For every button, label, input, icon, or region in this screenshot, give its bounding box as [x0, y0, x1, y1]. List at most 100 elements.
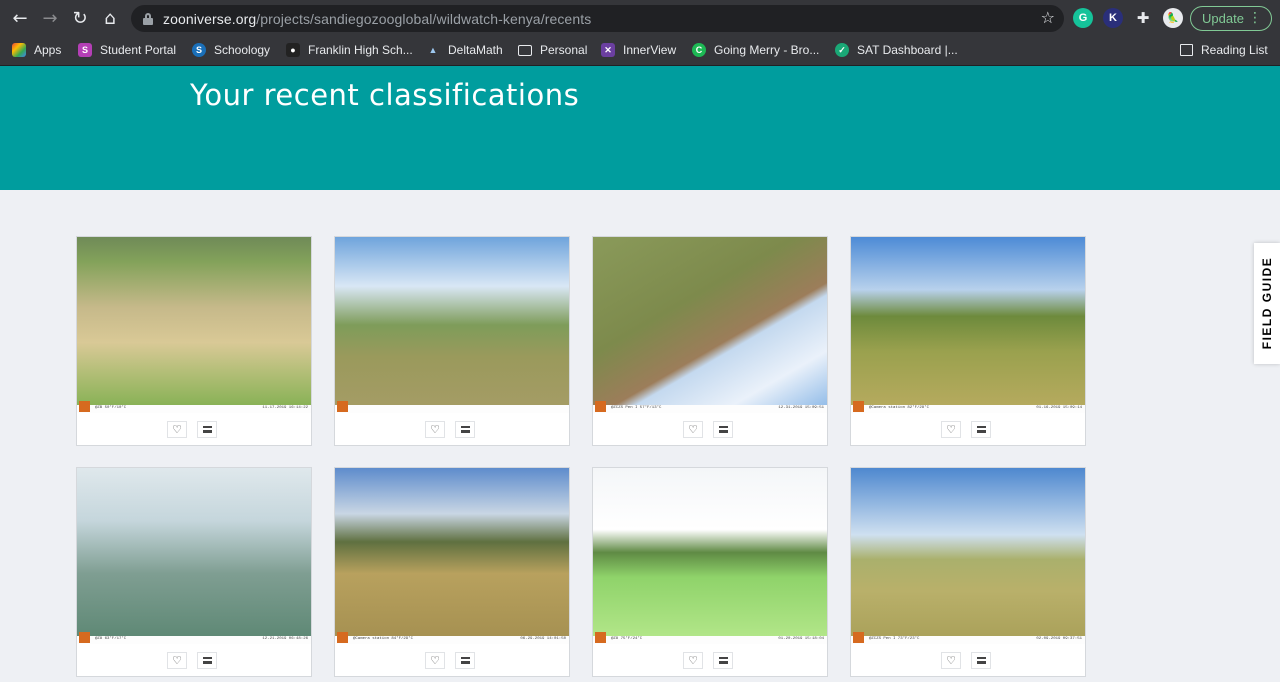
classification-image[interactable]: @Camera station 84°F/29°C 06-29-2019 14:0… — [335, 468, 569, 644]
bookmark-personal-folder[interactable]: Personal — [518, 43, 587, 57]
classification-image[interactable]: @Camera station 82°F/28°C 01-16-2019 15:0… — [851, 237, 1085, 413]
classification-image[interactable]: @Z8 63°F/17°C 12-21-2019 06:48:26 — [77, 468, 311, 644]
home-icon[interactable]: ⌂ — [95, 4, 125, 34]
folder-icon — [518, 44, 532, 56]
camera-info-strip: @ZCZS Pen I 73°F/23°C 02-09-2019 09:37:51 — [851, 632, 1085, 644]
card-actions: ♡ — [593, 644, 827, 676]
card-actions: ♡ — [77, 413, 311, 445]
camera-stamp-text: @ZCZS Pen I 57°F/13°C — [611, 406, 662, 410]
classification-card[interactable]: @Camera station 82°F/28°C 01-16-2019 15:0… — [850, 236, 1086, 446]
field-guide-tab[interactable]: FIELD GUIDE — [1254, 243, 1280, 364]
bookmark-star-icon[interactable]: ☆ — [1041, 8, 1055, 27]
classification-image[interactable]: @Z8 75°F/24°C 01-20-2019 15:18:04 — [593, 468, 827, 644]
classification-image[interactable]: @ZB 50°F/10°C 11-17-2019 16:14:22 — [77, 237, 311, 413]
bookmark-student-portal[interactable]: S Student Portal — [78, 43, 176, 57]
favorite-heart-icon[interactable]: ♡ — [941, 421, 961, 438]
camera-info-strip: @Z8 63°F/17°C 12-21-2019 06:48:26 — [77, 632, 311, 644]
favorite-heart-icon[interactable]: ♡ — [683, 652, 703, 669]
camera-timestamp: 02-09-2019 09:37:51 — [1036, 637, 1082, 641]
camera-brand-logo — [337, 632, 348, 643]
deltamath-icon: ▲ — [428, 45, 438, 55]
bookmarks-bar: Apps S Student Portal S Schoology ● Fran… — [0, 37, 1280, 66]
add-to-collection-list-icon[interactable] — [971, 652, 991, 669]
back-icon[interactable]: ← — [5, 4, 35, 34]
k-extension-icon[interactable]: K — [1103, 8, 1123, 28]
card-actions: ♡ — [851, 644, 1085, 676]
grammarly-extension-icon[interactable]: G — [1073, 8, 1093, 28]
camera-stamp-text: @Z8 75°F/24°C — [611, 637, 643, 641]
camera-stamp-text: @Z8 63°F/17°C — [95, 637, 127, 641]
classification-card[interactable]: @ZB 50°F/10°C 11-17-2019 16:14:22 ♡ — [76, 236, 312, 446]
camera-stamp-text: @ZB 50°F/10°C — [95, 406, 127, 410]
add-to-collection-list-icon[interactable] — [197, 652, 217, 669]
innerview-icon: ✕ — [601, 43, 615, 57]
url-text[interactable]: zooniverse.org/projects/sandiegozoogloba… — [163, 11, 591, 27]
card-actions: ♡ — [851, 413, 1085, 445]
bookmark-going-merry[interactable]: C Going Merry - Bro... — [692, 43, 819, 57]
bookmark-sat-dashboard[interactable]: ✓ SAT Dashboard |... — [835, 43, 958, 57]
franklin-high-icon: ● — [286, 43, 300, 57]
page-title: Your recent classifications — [190, 78, 580, 112]
camera-stamp-text: @Camera station 82°F/28°C — [869, 406, 930, 410]
add-to-collection-list-icon[interactable] — [455, 652, 475, 669]
bookmark-schoology[interactable]: S Schoology — [192, 43, 270, 57]
classification-card[interactable]: @Z8 63°F/17°C 12-21-2019 06:48:26 ♡ — [76, 467, 312, 677]
schoology-icon: S — [192, 43, 206, 57]
classification-card[interactable]: @Z8 75°F/24°C 01-20-2019 15:18:04 ♡ — [592, 467, 828, 677]
update-button[interactable]: Update ⋮ — [1190, 6, 1272, 31]
card-actions: ♡ — [335, 413, 569, 445]
classification-card[interactable]: @ZCZS Pen I 73°F/23°C 02-09-2019 09:37:51… — [850, 467, 1086, 677]
classification-card[interactable]: @ZCZS Pen I 57°F/13°C 12-31-2019 15:09:51… — [592, 236, 828, 446]
add-to-collection-list-icon[interactable] — [197, 421, 217, 438]
add-to-collection-list-icon[interactable] — [713, 421, 733, 438]
profile-avatar[interactable]: 🦜 — [1163, 8, 1183, 28]
reading-list[interactable]: Reading List — [1180, 43, 1268, 57]
camera-brand-logo — [337, 401, 348, 412]
forward-icon[interactable]: → — [35, 4, 65, 34]
camera-stamp-text: @Camera station 84°F/29°C — [353, 637, 414, 641]
classification-image[interactable] — [335, 237, 569, 413]
camera-brand-logo — [79, 632, 90, 643]
reading-list-icon — [1180, 44, 1193, 56]
camera-timestamp: 12-21-2019 06:48:26 — [262, 637, 308, 641]
camera-timestamp: 01-16-2019 15:09:14 — [1036, 406, 1082, 410]
add-to-collection-list-icon[interactable] — [971, 421, 991, 438]
card-actions: ♡ — [77, 644, 311, 676]
camera-stamp-text: @ZCZS Pen I 73°F/23°C — [869, 637, 920, 641]
favorite-heart-icon[interactable]: ♡ — [167, 421, 187, 438]
camera-brand-logo — [595, 632, 606, 643]
bookmark-apps[interactable]: Apps — [12, 43, 61, 57]
address-bar[interactable]: zooniverse.org/projects/sandiegozoogloba… — [131, 5, 1064, 32]
field-guide-label: FIELD GUIDE — [1260, 256, 1274, 350]
bookmark-innerview[interactable]: ✕ InnerView — [601, 43, 676, 57]
favorite-heart-icon[interactable]: ♡ — [425, 421, 445, 438]
add-to-collection-list-icon[interactable] — [455, 421, 475, 438]
classification-image[interactable]: @ZCZS Pen I 57°F/13°C 12-31-2019 15:09:51 — [593, 237, 827, 413]
apps-grid-icon — [12, 43, 26, 57]
bookmark-deltamath[interactable]: ▲ DeltaMath — [426, 43, 503, 57]
camera-timestamp: 11-17-2019 16:14:22 — [262, 406, 308, 410]
extensions-puzzle-icon[interactable]: ✚ — [1133, 8, 1153, 28]
favorite-heart-icon[interactable]: ♡ — [941, 652, 961, 669]
camera-info-strip: @Camera station 82°F/28°C 01-16-2019 15:0… — [851, 401, 1085, 413]
favorite-heart-icon[interactable]: ♡ — [425, 652, 445, 669]
camera-brand-logo — [79, 401, 90, 412]
camera-info-strip: @Camera station 84°F/29°C 06-29-2019 14:0… — [335, 632, 569, 644]
card-actions: ♡ — [335, 644, 569, 676]
add-to-collection-list-icon[interactable] — [713, 652, 733, 669]
lock-icon — [143, 12, 153, 25]
camera-info-strip: @Z8 75°F/24°C 01-20-2019 15:18:04 — [593, 632, 827, 644]
camera-timestamp: 12-31-2019 15:09:51 — [778, 406, 824, 410]
bookmark-franklin-high[interactable]: ● Franklin High Sch... — [286, 43, 413, 57]
classification-card[interactable]: @Camera station 84°F/29°C 06-29-2019 14:0… — [334, 467, 570, 677]
browser-toolbar: ← → ↻ ⌂ zooniverse.org/projects/sandiego… — [0, 0, 1280, 37]
menu-dots-icon[interactable]: ⋮ — [1248, 10, 1262, 26]
camera-info-strip — [335, 401, 569, 413]
favorite-heart-icon[interactable]: ♡ — [683, 421, 703, 438]
reload-icon[interactable]: ↻ — [65, 4, 95, 34]
favorite-heart-icon[interactable]: ♡ — [167, 652, 187, 669]
camera-timestamp: 01-20-2019 15:18:04 — [778, 637, 824, 641]
classification-card[interactable]: ♡ — [334, 236, 570, 446]
classification-image[interactable]: @ZCZS Pen I 73°F/23°C 02-09-2019 09:37:51 — [851, 468, 1085, 644]
camera-info-strip: @ZB 50°F/10°C 11-17-2019 16:14:22 — [77, 401, 311, 413]
